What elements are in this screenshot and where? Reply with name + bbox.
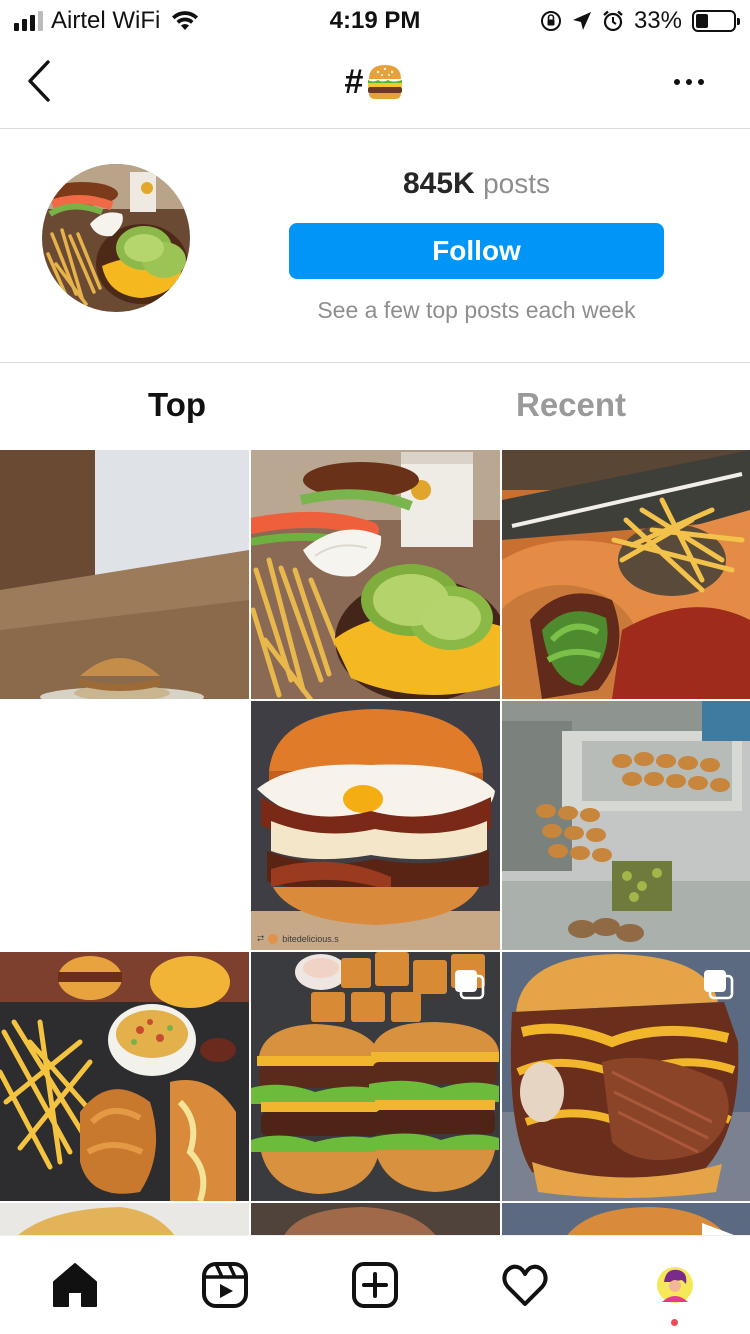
post-burger-buns[interactable] — [0, 450, 249, 699]
location-arrow-icon — [572, 12, 591, 30]
nav-bar: # — [0, 40, 750, 129]
orientation-lock-icon — [540, 11, 561, 31]
post-count: 845K posts — [289, 167, 664, 201]
post-credit: ⮂ bitedelicious.s — [257, 933, 339, 944]
battery-icon — [692, 10, 740, 32]
post-partial-1[interactable] — [0, 1203, 249, 1235]
more-options-button[interactable] — [674, 70, 714, 94]
post-kitchen-sliders[interactable] — [502, 701, 750, 950]
post-grid: ⮂ bitedelicious.s — [0, 450, 750, 1235]
activity-heart-icon — [502, 1264, 548, 1306]
post-burger-fries-box[interactable] — [502, 450, 750, 699]
more-horizontal-icon — [674, 79, 680, 85]
repost-icon: ⮂ — [257, 933, 265, 943]
battery-percent: 33% — [633, 7, 682, 34]
title-hash: # — [344, 62, 364, 101]
post-avocado-burger[interactable] — [251, 450, 500, 699]
post-double-burgers-waffle-fries[interactable] — [251, 952, 500, 1201]
post-partial-3[interactable] — [502, 1203, 750, 1235]
page-title: # — [0, 62, 750, 102]
new-post-tab[interactable] — [350, 1260, 400, 1310]
bottom-tab-bar — [0, 1235, 750, 1334]
follow-button[interactable]: Follow — [289, 223, 664, 279]
post-partial-2[interactable] — [251, 1203, 500, 1235]
reels-icon — [202, 1262, 248, 1308]
follow-subtext: See a few top posts each week — [317, 297, 636, 323]
activity-tab[interactable] — [500, 1260, 550, 1310]
hamburger-emoji — [368, 65, 403, 99]
profile-tab[interactable] — [650, 1260, 700, 1326]
hashtag-header: 845K posts Follow See a few top posts ea… — [0, 129, 750, 363]
hashtag-avatar — [42, 164, 190, 312]
home-tab[interactable] — [50, 1260, 100, 1310]
post-brisket-burger[interactable] — [502, 952, 750, 1201]
post-egg-bacon-burger[interactable]: ⮂ bitedelicious.s — [251, 701, 500, 950]
status-right: 33% — [540, 7, 740, 35]
new-post-icon — [352, 1262, 398, 1308]
post-platter-fries-chicken[interactable] — [0, 952, 249, 1201]
status-bar: Airtel WiFi 4:19 PM 33% — [0, 0, 750, 40]
profile-notification-dot — [671, 1319, 678, 1326]
credit-avatar — [268, 933, 279, 944]
profile-avatar — [657, 1267, 693, 1303]
alarm-icon — [603, 10, 623, 32]
feed-tabs: Top Recent — [0, 364, 750, 450]
reels-tab[interactable] — [200, 1260, 250, 1310]
home-icon — [53, 1263, 97, 1307]
post-count-value: 845K — [403, 167, 475, 200]
credit-username: bitedelicious.s — [282, 933, 339, 944]
battery-fill — [696, 14, 708, 28]
tab-recent[interactable]: Recent — [516, 386, 626, 424]
carousel-icon — [455, 970, 485, 1000]
carousel-icon — [704, 970, 734, 1000]
tab-top[interactable]: Top — [148, 386, 206, 424]
post-count-label: posts — [483, 168, 550, 199]
